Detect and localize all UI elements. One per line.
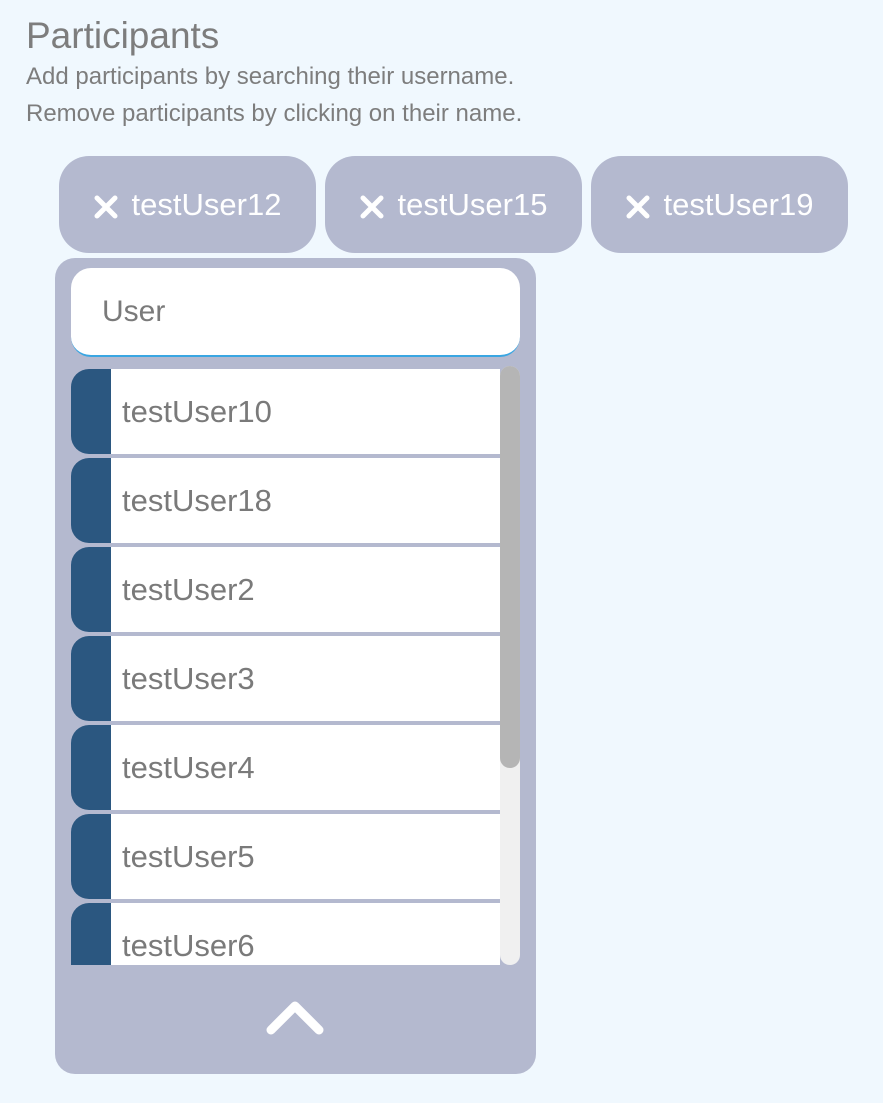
list-item-accent [71,547,111,632]
results-list[interactable]: testUser10 testUser18 testUser2 testUser… [71,369,520,965]
participant-chip[interactable]: testUser15 [325,156,582,253]
list-item-label: testUser6 [111,903,500,965]
participant-chip[interactable]: testUser19 [591,156,848,253]
instructions-add: Add participants by searching their user… [26,63,515,90]
list-item[interactable]: testUser5 [71,814,500,899]
close-icon [360,195,384,218]
list-item[interactable]: testUser3 [71,636,500,721]
list-item-label: testUser2 [111,547,500,632]
list-item-accent [71,636,111,721]
instructions-remove: Remove participants by clicking on their… [26,100,523,127]
selected-participants: testUser12 testUser15 testUser19 [59,156,848,253]
scrollbar-thumb[interactable] [500,366,520,768]
participant-chip-label: testUser19 [663,186,814,222]
list-item-label: testUser3 [111,636,500,721]
header: Participants Add participants by searchi… [26,14,522,132]
list-item-accent [71,369,111,454]
search-input[interactable] [71,268,520,357]
search-panel: testUser10 testUser18 testUser2 testUser… [55,258,536,1074]
page-title: Participants [26,15,220,56]
list-item-accent [71,814,111,899]
results-scrollbar[interactable] [500,366,520,965]
chevron-up-icon [266,1001,324,1035]
list-item-label: testUser10 [111,369,500,454]
list-item[interactable]: testUser6 [71,903,500,965]
list-item-label: testUser4 [111,725,500,810]
list-item-label: testUser5 [111,814,500,899]
collapse-button[interactable] [255,992,335,1042]
list-item[interactable]: testUser2 [71,547,500,632]
list-item-accent [71,725,111,810]
list-item-accent [71,903,111,965]
close-icon [94,195,118,218]
participant-chip-label: testUser15 [397,186,548,222]
participant-chip-label: testUser12 [131,186,282,222]
list-item-label: testUser18 [111,458,500,543]
close-icon [626,195,650,218]
list-item[interactable]: testUser4 [71,725,500,810]
list-item-accent [71,458,111,543]
list-item[interactable]: testUser10 [71,369,500,454]
participant-chip[interactable]: testUser12 [59,156,316,253]
list-item[interactable]: testUser18 [71,458,500,543]
